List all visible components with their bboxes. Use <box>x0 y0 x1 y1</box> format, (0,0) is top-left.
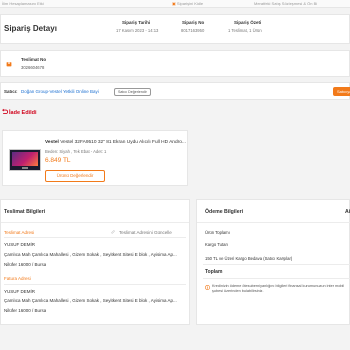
order-number-label: Sipariş No <box>182 20 205 25</box>
update-address-link[interactable]: Teslimat Adresini Güncelle <box>119 230 172 235</box>
divider <box>197 222 350 223</box>
tracking-panel: Teslimat No 3026604678 <box>0 50 350 77</box>
delivery-section-title: Teslimat Bilgileri <box>4 209 46 215</box>
review-product-button[interactable]: Ürünü Değerlendir <box>45 170 105 182</box>
seller-name-link[interactable]: Doğan Group-Vestel Yetkili Online Bayi <box>21 89 99 94</box>
order-summary-value: 1 Teslimat, 1 Ürün <box>228 28 262 33</box>
top-utility-bar: İlim Hesaplamasını Etki ▣ Siparişini Kid… <box>0 0 350 8</box>
seller-contact-button[interactable]: Satıcıya <box>333 87 350 96</box>
package-icon <box>6 62 12 67</box>
product-price: 6.849 TL <box>45 157 71 164</box>
seller-prefix: Satıcı: <box>4 89 18 94</box>
info-icon <box>205 285 210 290</box>
delivery-info-panel: Teslimat Bilgileri Teslimat Adresi Tesli… <box>0 199 190 325</box>
total-label: Toplam <box>205 269 223 275</box>
subtotal-label: Ürün Toplamı <box>205 230 230 235</box>
edit-icon[interactable] <box>111 230 115 234</box>
divider <box>203 264 350 265</box>
return-icon <box>2 108 8 115</box>
page-title: Sipariş Detayı <box>4 24 57 33</box>
return-status-label: İade Edildi <box>9 110 37 116</box>
payment-section-title: Ödeme Bilgileri <box>205 209 244 215</box>
payment-right-text: Ai <box>345 209 350 215</box>
seller-bar: Satıcı: Doğan Group-Vestel Yetkili Onlin… <box>0 82 350 100</box>
divider <box>1 222 189 223</box>
order-header: Sipariş Detayı Sipariş Tarihi 17 Kasım 2… <box>0 14 350 44</box>
product-card: Vestel Vestel 32FA9510 32" 81 Ekran Uydu… <box>2 130 188 186</box>
order-date-value: 17 Kasım 2023 - 14:13 <box>116 28 159 33</box>
billing-address-line: Çamlıca Mah Çamlıca Mahallesi , Gizem So… <box>4 298 177 303</box>
product-title[interactable]: Vestel Vestel 32FA9510 32" 81 Ekran Uydu… <box>45 140 186 145</box>
free-shipping-label: 150 TL ve Üzeri Kargo Bedava (Satıcı Kar… <box>205 256 293 261</box>
billing-address-label: Fatura Adresi <box>4 276 31 281</box>
rate-seller-button[interactable]: Satıcı Değerlendir <box>114 88 151 96</box>
shipping-address-label: Teslimat Adresi <box>4 230 35 235</box>
payment-info-panel: Ödeme Bilgileri Ai Ürün Toplamı Kargo Tu… <box>196 199 350 325</box>
tracking-number: 3026604678 <box>21 65 45 70</box>
topbar-center-link[interactable]: ▣ Siparişini Kidle <box>172 1 203 6</box>
shipping-address-line: Çamlıca Mah Çamlıca Mahallesi , Gizem So… <box>4 252 177 257</box>
shipping-city: Nilüfer 16000 / Bursa <box>4 262 47 267</box>
payment-notice: Kredinizin ödeme ötesuberniyanlığını bil… <box>212 284 345 294</box>
shipping-cost-label: Kargo Tutarı <box>205 242 229 247</box>
order-date-label: Sipariş Tarihi <box>122 20 151 25</box>
product-image[interactable] <box>9 149 41 171</box>
divider <box>203 278 350 279</box>
product-variant: Beden: Siyah , Tek Ebat - Adet: 1 <box>45 149 107 154</box>
divider <box>4 284 186 285</box>
order-summary-label: Sipariş Özeti <box>234 20 262 25</box>
divider <box>4 237 186 238</box>
topbar-left-link[interactable]: İlim Hesaplamasını Etki <box>2 1 44 6</box>
order-number-value: 8017163950 <box>181 28 205 33</box>
billing-name: YUSUF DEMİR <box>4 289 36 294</box>
shipping-name: YUSUF DEMİR <box>4 242 36 247</box>
billing-city: Nilüfer 16000 / Bursa <box>4 308 47 313</box>
tracking-label: Teslimat No <box>21 57 47 62</box>
topbar-right-link[interactable]: Meratfeki Satış Sözleşmesi & Ön Bi <box>254 1 317 6</box>
